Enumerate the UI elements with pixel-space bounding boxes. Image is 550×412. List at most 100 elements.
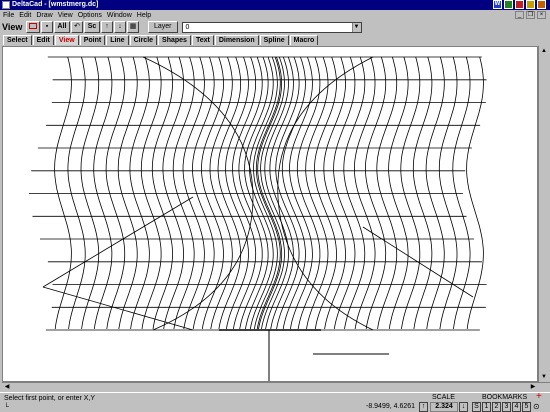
menu-window[interactable]: Window (107, 12, 132, 19)
grid-vertical-line (438, 56, 458, 330)
grid-vertical-line (182, 56, 205, 330)
scroll-down-icon[interactable]: ▼ (539, 372, 549, 382)
corner-icon: └ (4, 404, 9, 411)
scale-up-button[interactable]: ↑ (419, 402, 428, 412)
chevron-down-icon[interactable]: ▼ (351, 22, 361, 32)
horizontal-scrollbar[interactable]: ◀ ▶ (2, 382, 550, 392)
scale-down-button[interactable]: ↓ (459, 402, 468, 412)
menu-edit[interactable]: Edit (19, 12, 31, 19)
grid-vertical-line (93, 56, 113, 330)
grid-vertical-line (117, 56, 138, 330)
view-all-button[interactable]: All (54, 21, 70, 33)
minimize-icon[interactable]: _ (515, 11, 524, 19)
view-window-button[interactable] (26, 21, 40, 33)
tab-text[interactable]: Text (191, 35, 214, 45)
coordinate-readout: -8.9499, 4.6261 (366, 403, 416, 410)
tab-select[interactable]: Select (3, 35, 32, 45)
scroll-up-icon[interactable]: ▲ (539, 46, 549, 56)
crosshair-icon: + (536, 391, 542, 402)
tab-point[interactable]: Point (79, 35, 106, 45)
window-controls: _ ❐ × (515, 11, 546, 19)
curve-arrow-icon: ↶ (74, 23, 80, 30)
tab-macro[interactable]: Macro (289, 35, 319, 45)
view-grid-button[interactable]: ▦ (127, 21, 139, 33)
tab-view[interactable]: View (54, 35, 79, 45)
grid-vertical-line (140, 56, 162, 330)
layer-select[interactable]: 0 ▼ (181, 21, 362, 33)
status-prompt: Select first point, or enter X,Y (4, 395, 96, 402)
grid-vertical-line (129, 56, 150, 330)
view-down-button[interactable]: ↓ (114, 21, 126, 33)
tray-icon-2[interactable] (504, 0, 513, 9)
grid-vertical-line (305, 56, 329, 330)
view-point-button[interactable]: ▪ (41, 21, 53, 33)
drawing-svg (29, 56, 487, 381)
bookmark-s[interactable]: S (472, 402, 481, 412)
mode-label: View (2, 22, 23, 32)
command-tabs: Select Edit View Point Line Circle Shape… (0, 34, 550, 45)
tab-spline[interactable]: Spline (259, 35, 289, 45)
bookmark-4[interactable]: 4 (512, 402, 521, 412)
grid-vertical-line (289, 56, 313, 330)
grid-vertical-line (232, 56, 257, 330)
status-bar: Select first point, or enter X,Y └ -8.94… (0, 391, 550, 412)
bookmark-3[interactable]: 3 (502, 402, 511, 412)
restore-icon[interactable]: ❐ (526, 11, 535, 19)
tray-icon-5[interactable] (537, 0, 546, 9)
grid-vertical-line (343, 56, 366, 330)
scale-label: SCALE (432, 394, 455, 401)
diagonal-line (42, 286, 194, 331)
tray-icon-3[interactable] (515, 0, 524, 9)
layer-button[interactable]: Layer (148, 21, 178, 33)
window-icon (29, 23, 37, 30)
tray-icon-4[interactable] (526, 0, 535, 9)
app-icon (2, 1, 10, 9)
grid-vertical-line (209, 56, 233, 330)
grid-vertical-line (364, 56, 387, 330)
view-undo-button[interactable]: ↶ (71, 21, 83, 33)
grid-vertical-line (275, 56, 300, 330)
close-icon[interactable]: × (537, 11, 546, 19)
menu-view[interactable]: View (58, 12, 73, 19)
tab-line[interactable]: Line (106, 35, 129, 45)
menu-options[interactable]: Options (78, 12, 102, 19)
bookmark-2[interactable]: 2 (492, 402, 501, 412)
scroll-left-icon[interactable]: ◀ (2, 382, 12, 392)
tab-circle[interactable]: Circle (129, 35, 158, 45)
grid-vertical-line (162, 56, 185, 330)
bookmark-menu-icon[interactable]: ⊙ (533, 402, 540, 411)
view-up-button[interactable]: ↑ (101, 21, 113, 33)
scale-value: 2.324 (430, 402, 458, 412)
grid-vertical-line (151, 56, 174, 330)
menu-draw[interactable]: Draw (36, 12, 52, 19)
grid-vertical-line (192, 56, 215, 330)
tab-edit[interactable]: Edit (32, 35, 54, 45)
bookmarks-label: BOOKMARKS (482, 394, 528, 401)
diagonal-line (42, 196, 194, 288)
grid-vertical-line (376, 56, 398, 330)
system-tray: W (493, 0, 546, 10)
toolbar: View ▪ All ↶ Sc ↑ ↓ ▦ Layer 0 ▼ (0, 20, 550, 34)
grid-icon: ▦ (129, 23, 137, 30)
grid-vertical-line (388, 56, 409, 330)
bookmark-5[interactable]: 5 (522, 402, 531, 412)
menu-file[interactable]: File (3, 12, 14, 19)
menu-bar: File Edit Draw View Options Window Help (0, 10, 550, 20)
grid-vertical-line (425, 56, 445, 330)
menu-help[interactable]: Help (137, 12, 151, 19)
grid-vertical-line (314, 56, 337, 330)
grid-vertical-line (296, 56, 321, 330)
vertical-scrollbar[interactable]: ▲ ▼ (538, 46, 550, 382)
title-bar: DeltaCad - [wmstmerg.dc] W (0, 0, 550, 10)
drawing-canvas[interactable] (2, 46, 538, 382)
view-scale-button[interactable]: Sc (84, 21, 100, 33)
layer-value: 0 (185, 23, 190, 31)
grid-vertical-line (238, 56, 263, 330)
grid-vertical-line (244, 56, 269, 330)
grid-vertical-line (260, 56, 285, 330)
tab-shapes[interactable]: Shapes (158, 35, 191, 45)
word-icon[interactable]: W (493, 0, 502, 9)
tab-dimension[interactable]: Dimension (214, 35, 259, 45)
window-title: DeltaCad - [wmstmerg.dc] (12, 1, 99, 8)
bookmark-1[interactable]: 1 (482, 402, 491, 412)
